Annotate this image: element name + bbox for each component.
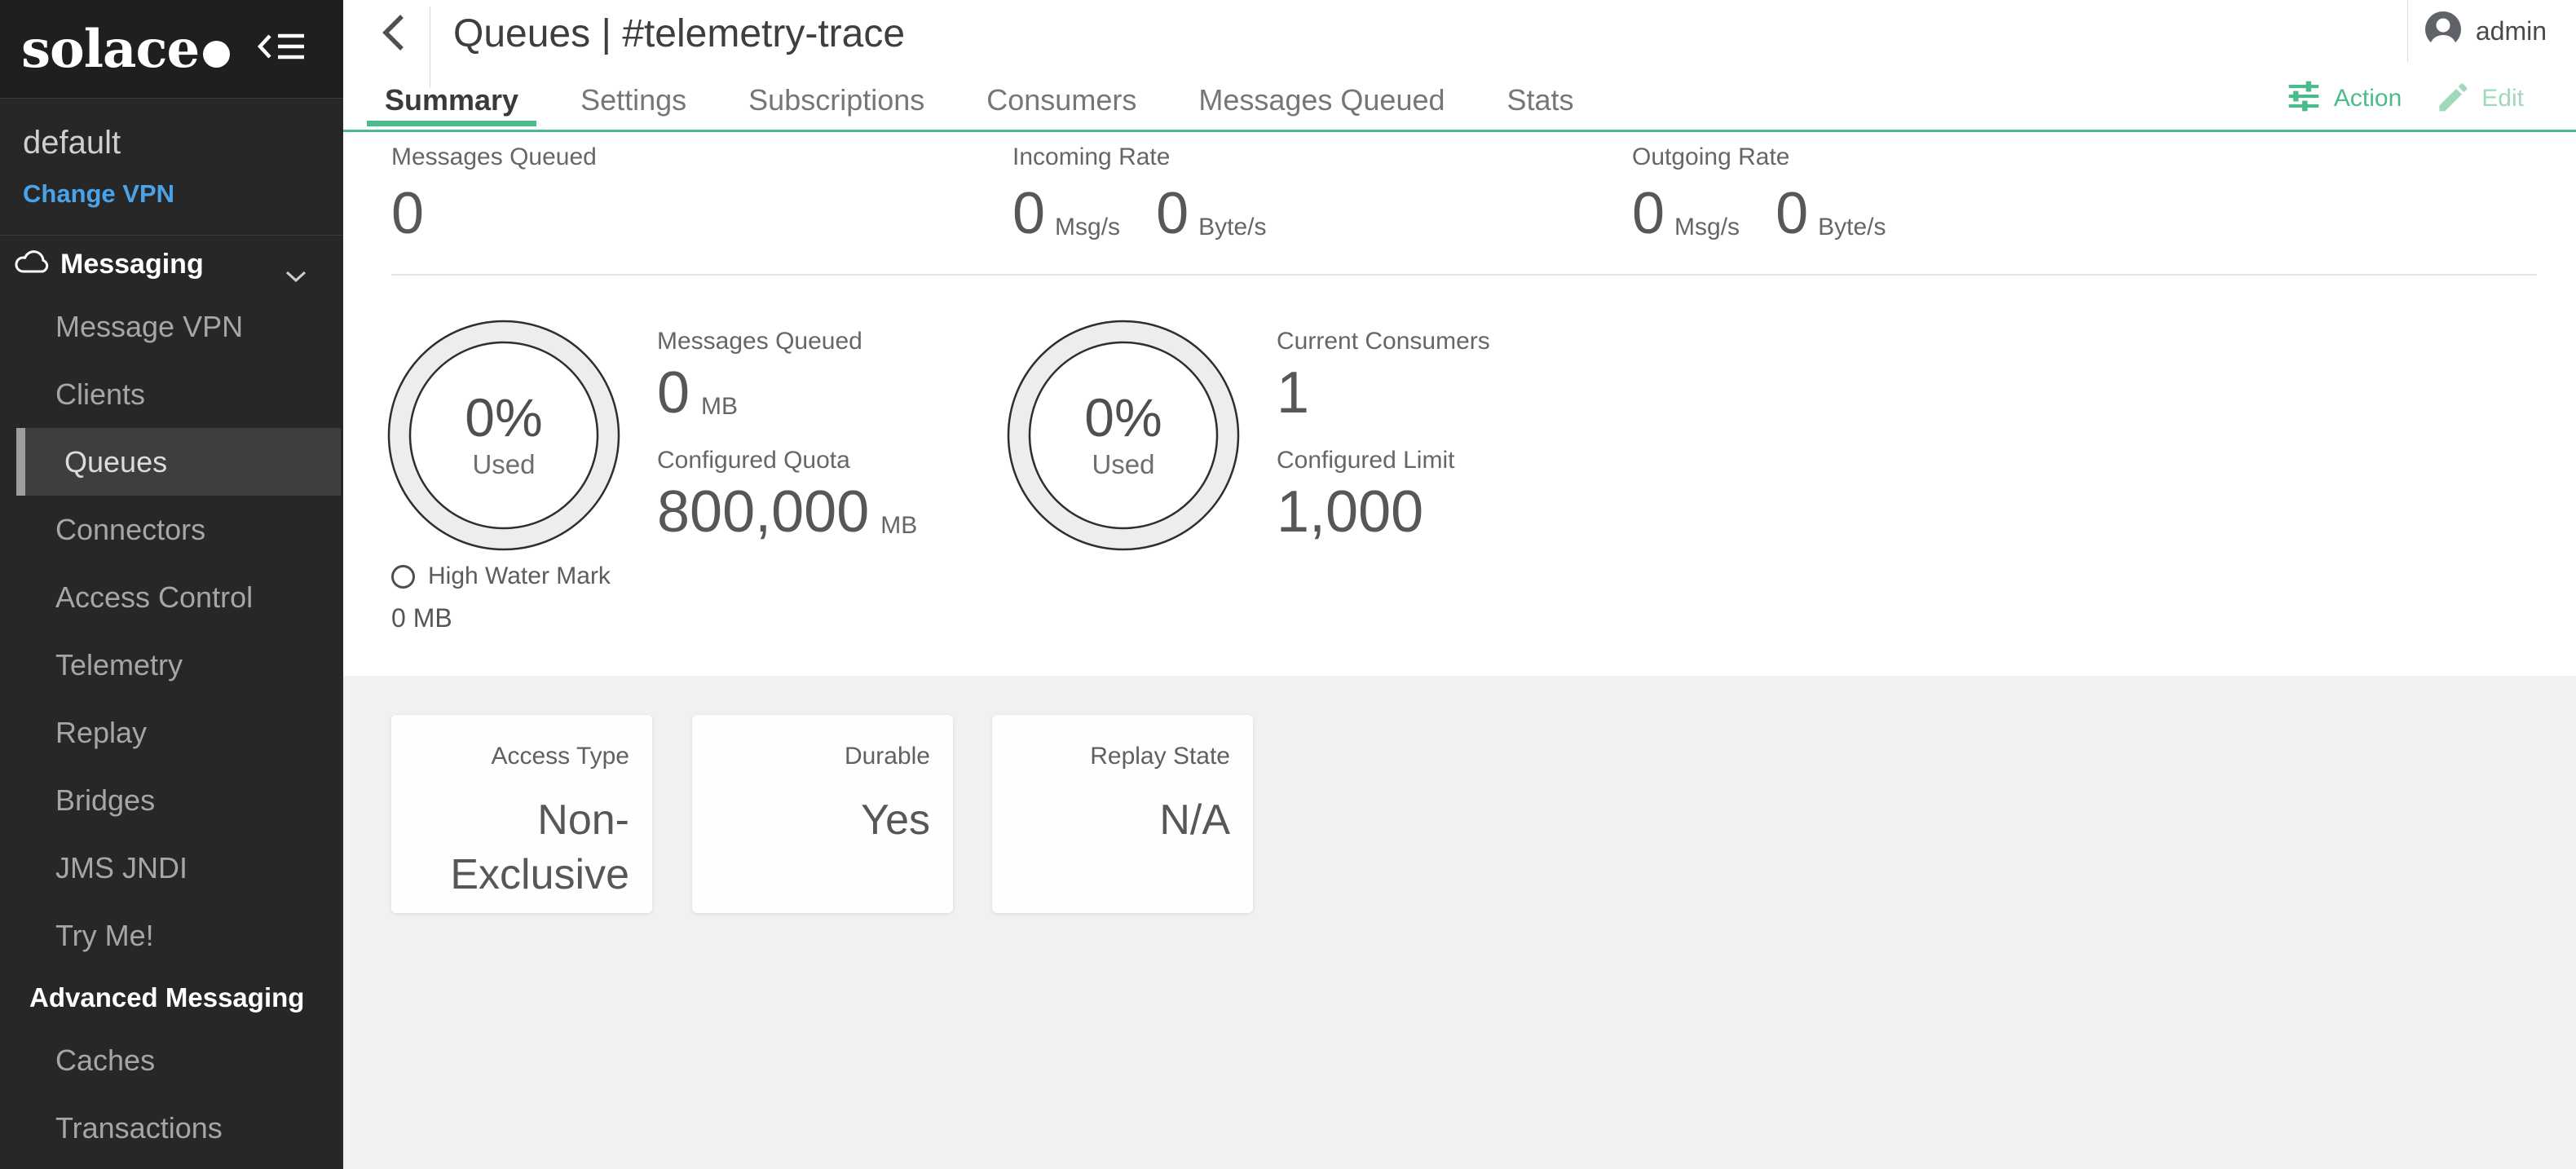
quota-usage-gauge: 0% Used [385,316,623,554]
tab-summary[interactable]: Summary [385,71,518,130]
page-title: Queues | #telemetry-trace [453,11,905,56]
tab-consumers[interactable]: Consumers [986,71,1136,130]
attributes-section: Access Type Non-Exclusive Durable Yes Re… [343,676,2576,1169]
user-menu[interactable]: admin [2424,10,2547,53]
summary-panel: Messages Queued 0 Incoming Rate 0 Msg/s … [343,132,2576,1169]
sidebar-item-bridges[interactable]: Bridges [0,766,343,834]
metric-label: Configured Limit [1277,447,1490,474]
stat-incoming-rate: Incoming Rate 0 Msg/s 0 Byte/s [1012,143,1266,243]
stat-value: 0 [1632,184,1665,243]
sidebar-section-messaging[interactable]: Messaging [0,236,343,293]
sidebar: solace default Change VPN [0,0,343,1169]
vpn-name: default [23,125,343,161]
cloud-icon [13,247,51,282]
sidebar-item-access-control[interactable]: Access Control [0,563,343,631]
tab-bar: Summary Settings Subscriptions Consumers… [385,71,1574,130]
gauge-percent: 0% [1084,390,1162,444]
back-arrow-icon[interactable] [377,10,413,55]
solace-logo-dot [203,41,230,68]
divider [391,274,2537,276]
metric-unit: MB [701,393,738,421]
action-button-label: Action [2334,85,2402,112]
sidebar-item-clients[interactable]: Clients [0,360,343,428]
tab-messages-queued[interactable]: Messages Queued [1198,71,1445,130]
circle-outline-icon [391,565,415,589]
card-value: Yes [708,793,930,848]
access-type-card: Access Type Non-Exclusive [391,715,652,913]
solace-logo: solace [21,19,230,80]
metric-value: 1,000 [1277,483,1423,541]
sidebar-item-connectors[interactable]: Connectors [0,496,343,563]
header-actions: Action Edit [2285,78,2524,118]
high-water-mark: High Water Mark 0 MB [391,562,611,633]
vpn-block: default Change VPN [0,99,343,236]
stat-value: 0 [391,184,424,243]
stat-value: 0 [1012,184,1045,243]
stat-outgoing-rate: Outgoing Rate 0 Msg/s 0 Byte/s [1632,143,1886,243]
pencil-icon [2434,78,2470,118]
tab-subscriptions[interactable]: Subscriptions [748,71,924,130]
stat-label: Incoming Rate [1012,143,1266,171]
metric-label: Configured Quota [657,447,917,474]
user-name: admin [2476,16,2547,46]
page-header: Queues | #telemetry-trace admin Summary … [343,0,2576,132]
chevron-down-icon [285,258,307,290]
stat-label: Messages Queued [391,143,597,171]
solace-pubsub-manager: solace default Change VPN [0,0,2576,1169]
gauge-caption: Used [1092,449,1154,480]
tab-stats[interactable]: Stats [1507,71,1574,130]
sidebar-item-queues[interactable]: Queues [16,428,341,496]
metric-unit: MB [880,512,917,540]
sidebar-item-jms-jndi[interactable]: JMS JNDI [0,834,343,902]
sidebar-section-advanced-messaging[interactable]: Advanced Messaging [0,969,343,1026]
metric-label: Messages Queued [657,328,917,355]
gauge-caption: Used [472,449,535,480]
user-divider [2407,0,2408,62]
stat-unit: Byte/s [1198,214,1266,241]
gauge-percent: 0% [465,390,542,444]
sidebar-nav: Messaging Message VPN Clients Queues Con… [0,236,343,1162]
metric-label: Current Consumers [1277,328,1490,355]
sidebar-item-telemetry[interactable]: Telemetry [0,631,343,699]
card-label: Durable [708,743,930,770]
stat-value: 0 [1156,184,1189,243]
consumers-usage-gauge: 0% Used [1004,316,1242,554]
card-label: Replay State [1008,743,1230,770]
metric-value: 1 [1277,364,1309,422]
stat-value: 0 [1775,184,1808,243]
metric-value: 800,000 [657,483,869,541]
card-label: Access Type [408,743,629,770]
replay-state-card: Replay State N/A [992,715,1253,913]
change-vpn-link[interactable]: Change VPN [23,179,343,209]
card-value: N/A [1008,793,1230,848]
quota-metrics: Messages Queued 0 MB Configured Quota 80… [657,328,917,566]
sidebar-logo-row: solace [0,0,343,99]
sidebar-item-try-me[interactable]: Try Me! [0,902,343,969]
sliders-icon [2285,78,2322,118]
sidebar-item-caches[interactable]: Caches [0,1026,343,1094]
consumer-metrics: Current Consumers 1 Configured Limit 1,0… [1277,328,1490,566]
action-button[interactable]: Action [2285,78,2402,118]
high-water-mark-label: High Water Mark [428,562,611,590]
stat-messages-queued: Messages Queued 0 [391,143,597,243]
stat-unit: Msg/s [1055,214,1120,241]
sidebar-section-label: Messaging [60,249,204,280]
sidebar-item-replay[interactable]: Replay [0,699,343,766]
sidebar-item-message-vpn[interactable]: Message VPN [0,293,343,360]
durable-card: Durable Yes [692,715,953,913]
edit-button[interactable]: Edit [2434,78,2524,118]
high-water-mark-value: 0 MB [391,603,611,633]
card-value: Non-Exclusive [408,793,629,902]
metric-value: 0 [657,364,690,422]
tab-settings[interactable]: Settings [580,71,686,130]
stat-unit: Byte/s [1818,214,1886,241]
collapse-sidebar-icon[interactable] [257,28,307,65]
edit-button-label: Edit [2481,85,2524,112]
user-avatar-icon [2424,10,2463,53]
stat-label: Outgoing Rate [1632,143,1886,171]
solace-logo-text: solace [21,19,199,80]
stat-unit: Msg/s [1674,214,1740,241]
sidebar-item-transactions[interactable]: Transactions [0,1094,343,1162]
